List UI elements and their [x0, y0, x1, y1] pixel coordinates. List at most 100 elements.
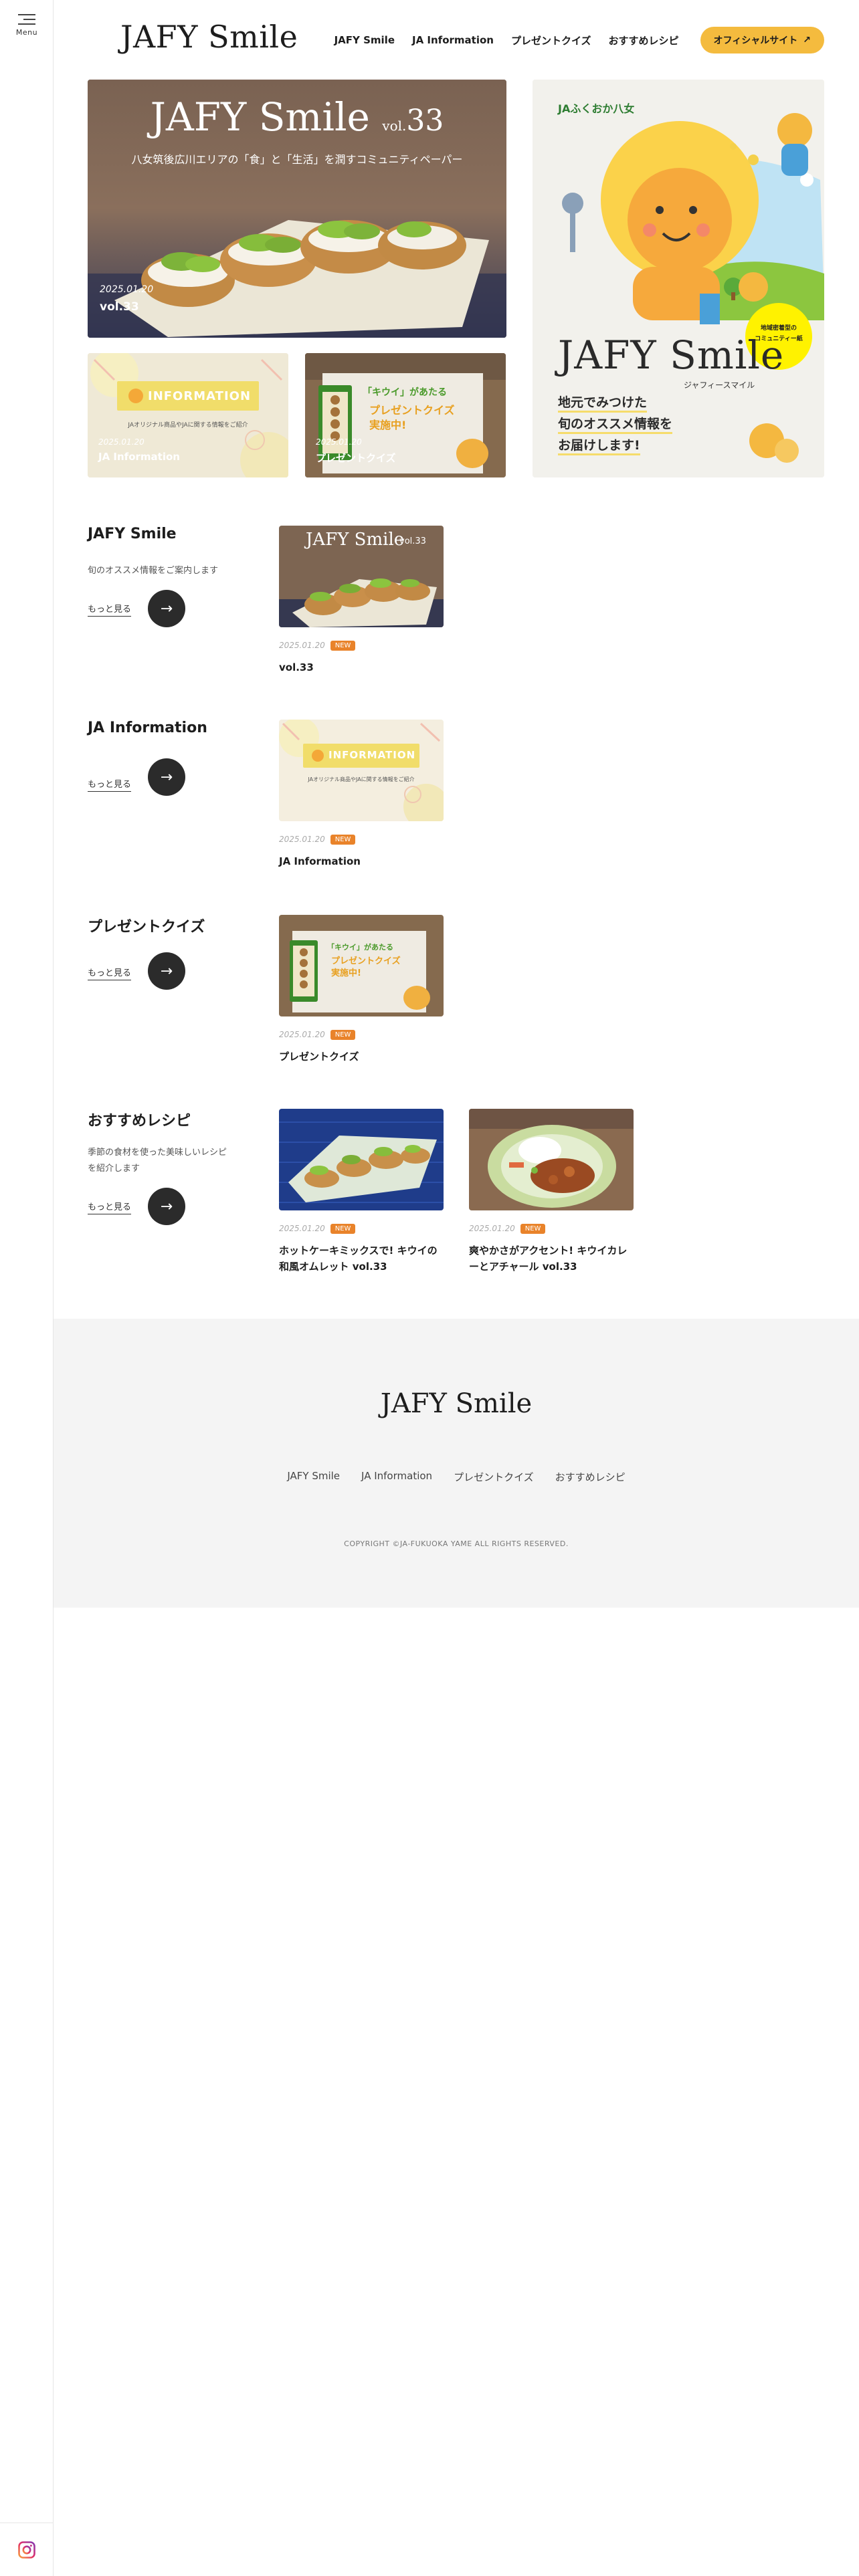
hamburger-icon — [18, 14, 35, 25]
footer-nav-ja-information[interactable]: JA Information — [361, 1470, 432, 1484]
more-link[interactable]: もっと見る — [88, 966, 132, 980]
card-date: 2025.01.20 — [469, 1224, 515, 1233]
card-meta: 2025.01.20 NEW — [279, 833, 444, 845]
instagram-link[interactable] — [0, 2523, 54, 2576]
arrow-right-icon: → — [160, 1198, 173, 1215]
hero-cover-card[interactable]: JAふくおか八女 地域密着型の コミュニティー紙 JAFY Smile ジャフィ… — [533, 80, 824, 477]
card-title: ホットケーキミックスで! キウイの和風オムレット vol.33 — [279, 1245, 438, 1273]
hero-vol-number: 33 — [406, 104, 444, 138]
card-thumbnail — [469, 1109, 634, 1210]
more-arrow-button[interactable]: → — [148, 952, 185, 990]
section-title: プレゼントクイズ — [88, 919, 205, 936]
nav-recipe[interactable]: おすすめレシピ — [609, 33, 679, 47]
footer-nav-jafy-smile[interactable]: JAFY Smile — [287, 1470, 340, 1484]
card-title: JA Information — [279, 855, 361, 867]
quiz-title: プレゼントクイズ — [316, 452, 396, 464]
footer-nav: JAFY Smile JA Information プレゼントクイズ おすすめレ… — [54, 1470, 859, 1484]
arrow-right-icon: → — [160, 768, 173, 786]
card-thumb-banner: INFORMATION — [328, 749, 416, 761]
section-present-quiz: プレゼントクイズ もっと見る → 「キウイ」があたる プレゼントクイズ 実施中!… — [88, 915, 824, 1075]
card-thumbnail — [279, 1109, 444, 1210]
card-photo — [279, 720, 444, 821]
article-card[interactable]: JAFY Smile vol.33 2025.01.20 NEW vol.33 — [279, 526, 444, 675]
arrow-up-right-icon: ↗ — [803, 35, 811, 45]
section-title: JA Information — [88, 720, 207, 736]
footer-nav-present-quiz[interactable]: プレゼントクイズ — [454, 1470, 534, 1484]
arrow-right-icon: → — [160, 962, 173, 980]
site-logo[interactable]: JAFY Smile — [120, 19, 298, 55]
new-badge: NEW — [330, 834, 356, 845]
hero-main-card[interactable]: JAFY Smile vol.33 八女筑後広川エリアの「食」と「生活」を潤すコ… — [88, 80, 506, 338]
cover-line-2: 旬のオススメ情報を — [558, 414, 673, 434]
official-site-label: オフィシャルサイト — [713, 35, 798, 46]
more-arrow-button[interactable]: → — [148, 590, 185, 627]
card-thumbnail: INFORMATION JAオリジナル商品やJAに関する情報をご紹介 — [279, 720, 444, 821]
hero-main-title: vol.33 — [100, 300, 139, 314]
recipe-card[interactable]: 2025.01.20 NEW 爽やかさがアクセント! キウイカレーとアチャール … — [469, 1109, 634, 1275]
hero-quiz-card[interactable]: 「キウイ」があたる プレゼントクイズ 実施中! 2025.01.20 プレゼント… — [305, 353, 506, 477]
side-rail: Menu — [0, 0, 54, 2576]
new-badge: NEW — [330, 1029, 356, 1040]
quiz-line1: プレゼントクイズ — [369, 404, 455, 417]
more-link[interactable]: もっと見る — [88, 602, 132, 617]
more-link[interactable]: もっと見る — [88, 1200, 132, 1214]
hero-main-logo: JAFY Smile vol.33 — [88, 94, 506, 140]
card-thumb-line2: プレゼントクイズ — [331, 956, 401, 966]
menu-label: Menu — [15, 28, 38, 37]
hero-vol-prefix: vol. — [382, 118, 407, 134]
card-title: 爽やかさがアクセント! キウイカレーとアチャール vol.33 — [469, 1245, 628, 1273]
card-photo — [469, 1109, 634, 1210]
cover-logo: JAFY Smile — [558, 332, 785, 378]
nav-present-quiz[interactable]: プレゼントクイズ — [511, 33, 591, 47]
article-card[interactable]: 「キウイ」があたる プレゼントクイズ 実施中! 2025.01.20 NEW プ… — [279, 915, 444, 1065]
footer-logo[interactable]: JAFY Smile — [54, 1388, 859, 1419]
card-thumb-line1: 「キウイ」があたる — [327, 943, 393, 952]
copyright: COPYRIGHT ©JA-FUKUOKA YAME ALL RIGHTS RE… — [344, 1539, 569, 1548]
nav-jafy-smile[interactable]: JAFY Smile — [335, 34, 395, 46]
section-title: おすすめレシピ — [88, 1113, 191, 1130]
hero-logo-text: JAFY Smile — [150, 94, 370, 140]
card-thumbnail: JAFY Smile vol.33 — [279, 526, 444, 627]
menu-button[interactable]: Menu — [13, 11, 40, 41]
card-date: 2025.01.20 — [279, 835, 325, 844]
site-footer: JAFY Smile JAFY Smile JA Information プレゼ… — [54, 1319, 859, 1608]
section-jafy-smile: JAFY Smile 旬のオススメ情報をご案内します もっと見る → JAFY … — [88, 526, 824, 686]
recipe-card[interactable]: 2025.01.20 NEW ホットケーキミックスで! キウイの和風オムレット … — [279, 1109, 444, 1275]
hero-tagline: 八女筑後広川エリアの「食」と「生活」を潤すコミュニティペーパー — [131, 153, 463, 166]
footer-nav-recipe[interactable]: おすすめレシピ — [555, 1470, 626, 1484]
quiz-line2: 実施中! — [369, 419, 407, 431]
nav-ja-information[interactable]: JA Information — [412, 34, 494, 46]
card-photo — [279, 1109, 444, 1210]
card-thumb-vol: vol.33 — [399, 536, 426, 546]
more-arrow-button[interactable]: → — [148, 758, 185, 796]
instagram-icon — [18, 2541, 35, 2559]
new-badge: NEW — [330, 640, 356, 651]
more-arrow-button[interactable]: → — [148, 1188, 185, 1225]
section-desc: 旬のオススメ情報をご案内します — [88, 566, 219, 576]
card-date: 2025.01.20 — [279, 1030, 325, 1039]
ja-info-banner: INFORMATION — [148, 389, 252, 403]
more-link[interactable]: もっと見る — [88, 777, 132, 792]
official-site-button[interactable]: オフィシャルサイト ↗ — [700, 27, 824, 53]
section-title: JAFY Smile — [88, 526, 177, 542]
ja-info-title: JA Information — [98, 451, 180, 463]
quiz-date: 2025.01.20 — [316, 437, 362, 447]
quiz-kiwi-label: 「キウイ」があたる — [363, 387, 447, 398]
section-recipe: おすすめレシピ 季節の食材を使った美味しいレシピを紹介します もっと見る → 2… — [88, 1109, 824, 1283]
card-meta: 2025.01.20 NEW — [469, 1222, 634, 1235]
ja-info-subtitle: JAオリジナル商品やJAに関する情報をご紹介 — [128, 422, 248, 429]
new-badge: NEW — [330, 1223, 356, 1234]
cover-bubble-1: 地域密着型の — [760, 325, 797, 332]
article-card[interactable]: INFORMATION JAオリジナル商品やJAに関する情報をご紹介 2025.… — [279, 720, 444, 869]
cover-org: JAふくおか八女 — [558, 102, 635, 115]
card-title: プレゼントクイズ — [279, 1051, 359, 1063]
hero-ja-info-card[interactable]: INFORMATION JAオリジナル商品やJAに関する情報をご紹介 2025.… — [88, 353, 288, 477]
hero-main-date: 2025.01.20 — [100, 284, 154, 295]
cover-line-1: 地元でみつけた — [558, 393, 648, 413]
card-thumb-sub: JAオリジナル商品やJAに関する情報をご紹介 — [308, 776, 415, 782]
cover-kana: ジャフィースマイル — [684, 381, 755, 390]
card-date: 2025.01.20 — [279, 641, 325, 650]
cover-line-3: お届けします! — [558, 435, 640, 455]
section-desc: 季節の食材を使った美味しいレシピを紹介します — [88, 1148, 227, 1174]
card-title: vol.33 — [279, 661, 314, 673]
